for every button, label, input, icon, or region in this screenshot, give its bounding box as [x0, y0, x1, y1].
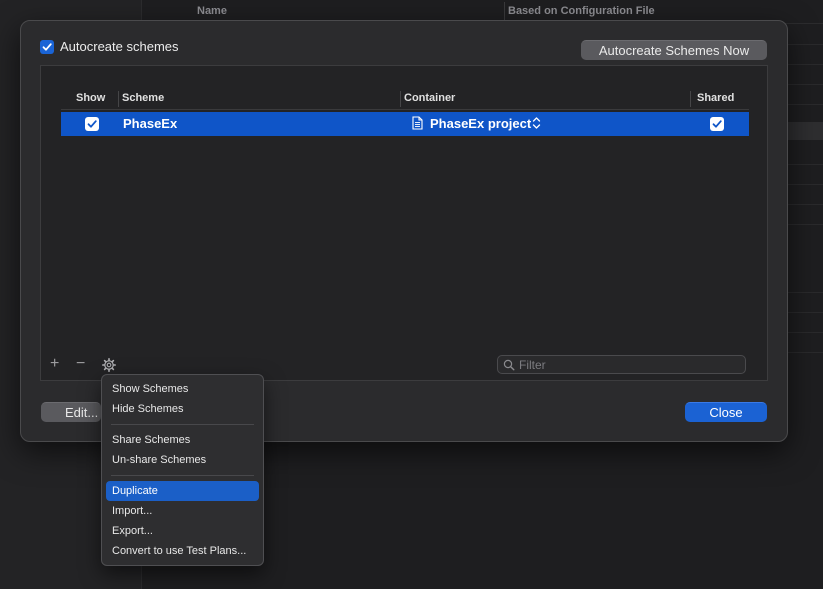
column-header-container[interactable]: Container	[404, 92, 455, 104]
background-row-line	[788, 164, 823, 165]
document-icon	[412, 116, 423, 133]
row-scheme-name: PhaseEx	[123, 116, 178, 131]
column-separator	[400, 91, 401, 107]
remove-scheme-button[interactable]: −	[76, 356, 85, 372]
autocreate-schemes-label: Autocreate schemes	[60, 39, 179, 54]
checkmark-icon	[712, 120, 722, 128]
background-row-line	[788, 104, 823, 105]
column-separator	[690, 91, 691, 107]
autocreate-schemes-now-button[interactable]: Autocreate Schemes Now	[581, 40, 767, 60]
background-column-divider	[504, 2, 505, 22]
background-column-name: Name	[197, 5, 227, 17]
column-header-shared[interactable]: Shared	[697, 92, 734, 104]
menu-separator	[111, 475, 254, 476]
edit-button[interactable]: Edit...	[41, 402, 101, 422]
background-selected-row	[788, 122, 823, 140]
background-row-line	[788, 312, 823, 313]
add-scheme-button[interactable]: +	[50, 356, 59, 372]
updown-chevron-icon[interactable]	[532, 116, 541, 133]
background-row-line	[788, 224, 823, 225]
menu-item-import[interactable]: Import...	[106, 501, 259, 521]
menu-item-share-schemes[interactable]: Share Schemes	[106, 430, 259, 450]
menu-item-show-schemes[interactable]: Show Schemes	[106, 379, 259, 399]
table-header: Show Scheme Container Shared	[61, 88, 749, 110]
table-row[interactable]: PhaseEx PhaseEx project	[61, 112, 749, 136]
background-row-line	[788, 84, 823, 85]
autocreate-schemes-checkbox[interactable]	[40, 40, 54, 54]
menu-item-duplicate[interactable]: Duplicate	[106, 481, 259, 501]
background-row-line	[788, 64, 823, 65]
row-show-checkbox[interactable]	[85, 117, 99, 131]
column-header-show[interactable]: Show	[76, 92, 105, 104]
background-column-based-on: Based on Configuration File	[508, 5, 655, 17]
gear-context-menu: Show Schemes Hide Schemes Share Schemes …	[101, 374, 264, 566]
background-row-line	[788, 352, 823, 353]
filter-placeholder: Filter	[519, 358, 546, 372]
checkmark-icon	[87, 120, 97, 128]
menu-item-unshare-schemes[interactable]: Un-share Schemes	[106, 450, 259, 470]
column-header-scheme[interactable]: Scheme	[122, 92, 164, 104]
menu-item-convert-test-plans[interactable]: Convert to use Test Plans...	[106, 541, 259, 561]
menu-separator	[111, 424, 254, 425]
search-icon	[503, 359, 515, 374]
row-shared-checkbox[interactable]	[710, 117, 724, 131]
background-row-line	[788, 204, 823, 205]
checkmark-icon	[42, 43, 52, 51]
background-row-line	[788, 184, 823, 185]
filter-field[interactable]: Filter	[497, 355, 746, 374]
row-container-popup[interactable]: PhaseEx project	[430, 116, 531, 131]
background-row-line	[788, 44, 823, 45]
background-row-line	[788, 332, 823, 333]
menu-item-export[interactable]: Export...	[106, 521, 259, 541]
schemes-table-panel: Show Scheme Container Shared PhaseEx Pha…	[40, 65, 768, 381]
menu-item-hide-schemes[interactable]: Hide Schemes	[106, 399, 259, 419]
close-button[interactable]: Close	[685, 402, 767, 422]
column-separator	[118, 91, 119, 107]
background-row-line	[788, 292, 823, 293]
